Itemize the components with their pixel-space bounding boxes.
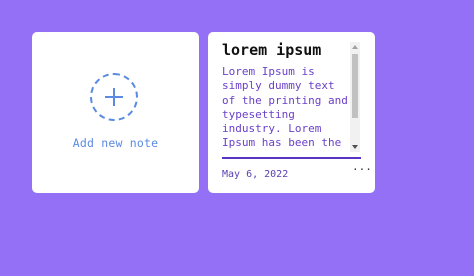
add-note-button[interactable] (90, 73, 138, 121)
note-date: May 6, 2022 (222, 169, 289, 180)
note-body-scroll-area[interactable]: Lorem Ipsum is simply dummy text of the … (222, 65, 359, 177)
more-options-icon[interactable]: ··· (352, 164, 372, 176)
add-note-label[interactable]: Add new note (32, 136, 199, 150)
note-divider (222, 157, 361, 159)
scroll-up-arrow-icon[interactable] (352, 45, 358, 49)
note-scrollbar[interactable] (350, 42, 360, 152)
plus-icon (105, 88, 123, 106)
note-title: lorem ipsum (222, 41, 322, 59)
note-body: Lorem Ipsum is simply dummy text of the … (222, 65, 348, 150)
add-note-card[interactable]: Add new note (32, 32, 199, 193)
scrollbar-thumb[interactable] (352, 54, 358, 118)
scroll-down-arrow-icon[interactable] (352, 145, 358, 149)
note-card: lorem ipsum Lorem Ipsum is simply dummy … (208, 32, 375, 193)
